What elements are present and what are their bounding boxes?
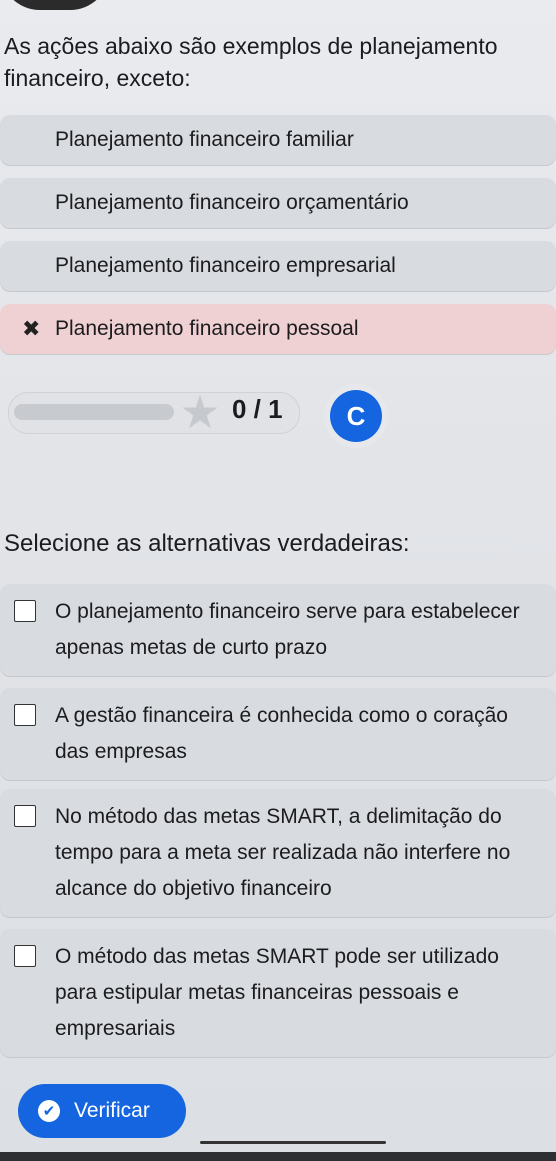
option-label: Planejamento financeiro orçamentário [55,191,409,214]
question-title: As ações abaixo são exemplos de planejam… [4,33,498,91]
checkbox[interactable] [14,600,36,622]
option-label: Planejamento financeiro empresarial [55,254,396,277]
home-indicator [200,1141,386,1144]
option-pessoal-wrong[interactable]: ✖ Planejamento financeiro pessoal [0,304,556,354]
checkbox-label: O método das metas SMART pode ser utiliz… [55,945,499,1040]
verify-button[interactable]: ✔ Verificar [18,1084,186,1138]
option-label: Planejamento financeiro familiar [55,128,354,151]
checkbox-label: A gestão financeira é conhecida como o c… [55,704,508,763]
checkbox-option-3[interactable]: No método das metas SMART, a delimitação… [0,789,556,917]
check-circle-icon: ✔ [38,1100,60,1122]
option-familiar[interactable]: Planejamento financeiro familiar [0,115,556,165]
checkbox[interactable] [14,805,36,827]
section-title: Selecione as alternativas verdadeiras: [4,530,410,557]
checkbox[interactable] [14,945,36,967]
score-text: 0 / 1 [232,394,283,424]
checkbox-option-1[interactable]: O planejamento financeiro serve para est… [0,584,556,676]
progress-fill [14,404,174,420]
option-orcamentario[interactable]: Planejamento financeiro orçamentário [0,178,556,228]
checkbox-label: No método das metas SMART, a delimitação… [55,805,511,900]
camera-cutout [0,0,110,10]
option-label: Planejamento financeiro pessoal [55,317,359,340]
score-row: ★ 0 / 1 C [0,378,556,448]
checkbox-option-4[interactable]: O método das metas SMART pode ser utiliz… [0,929,556,1057]
checkbox-label: O planejamento financeiro serve para est… [55,600,520,659]
star-icon: ★ [179,386,221,438]
option-empresarial[interactable]: Planejamento financeiro empresarial [0,241,556,291]
retry-button[interactable]: C [330,390,382,442]
wrong-x-icon: ✖ [22,316,41,341]
verify-button-label: Verificar [74,1099,150,1122]
checkbox[interactable] [14,704,36,726]
bottom-bar [0,1152,556,1161]
checkbox-option-2[interactable]: A gestão financeira é conhecida como o c… [0,688,556,780]
retry-icon: C [346,400,366,431]
